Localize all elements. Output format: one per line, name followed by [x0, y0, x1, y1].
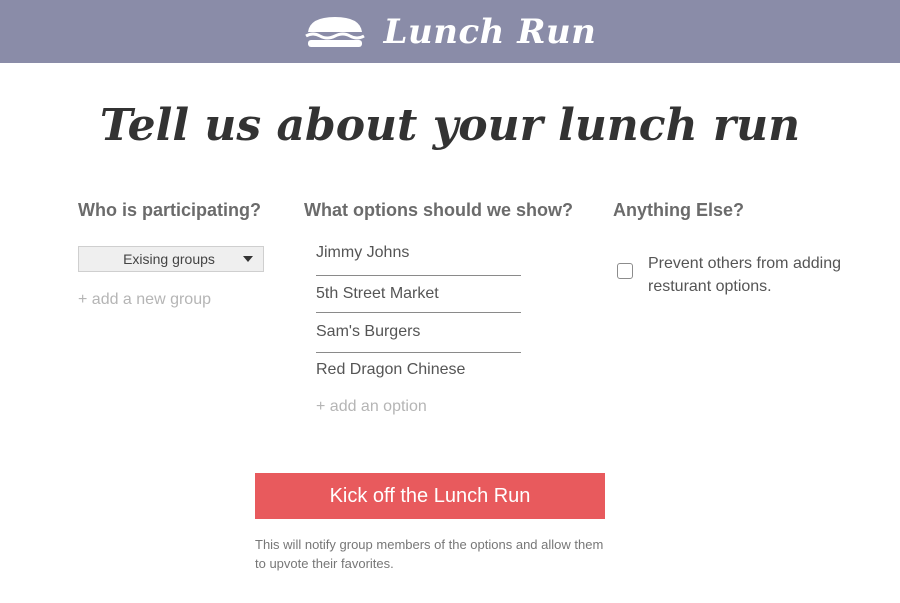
prevent-options-label: Prevent others from adding resturant opt… — [648, 255, 841, 295]
group-select-value: Exising groups — [123, 251, 215, 267]
sandwich-icon — [304, 15, 366, 49]
participants-heading: Who is participating? — [78, 200, 261, 220]
extras-heading: Anything Else? — [613, 200, 745, 220]
add-group-link[interactable]: + add a new group — [78, 291, 211, 309]
cta-note: This will notify group members of the op… — [255, 537, 604, 571]
option-item[interactable]: Jimmy Johns — [316, 244, 521, 276]
option-item[interactable]: Sam's Burgers — [316, 323, 521, 353]
options-heading: What options should we show? — [304, 200, 573, 220]
app-header: Lunch Run — [0, 0, 900, 63]
kick-off-button[interactable]: Kick off the Lunch Run — [255, 473, 605, 519]
brand[interactable]: Lunch Run — [304, 12, 597, 52]
add-option-link[interactable]: + add an option — [316, 398, 427, 416]
group-select[interactable]: Exising groups — [78, 246, 264, 272]
prevent-options-checkbox[interactable] — [617, 263, 633, 279]
chevron-down-icon — [243, 256, 253, 262]
page-title: Tell us about your lunch run — [99, 100, 801, 151]
option-item[interactable]: Red Dragon Chinese — [316, 361, 521, 385]
option-item[interactable]: 5th Street Market — [316, 285, 521, 313]
brand-name: Lunch Run — [383, 11, 597, 52]
